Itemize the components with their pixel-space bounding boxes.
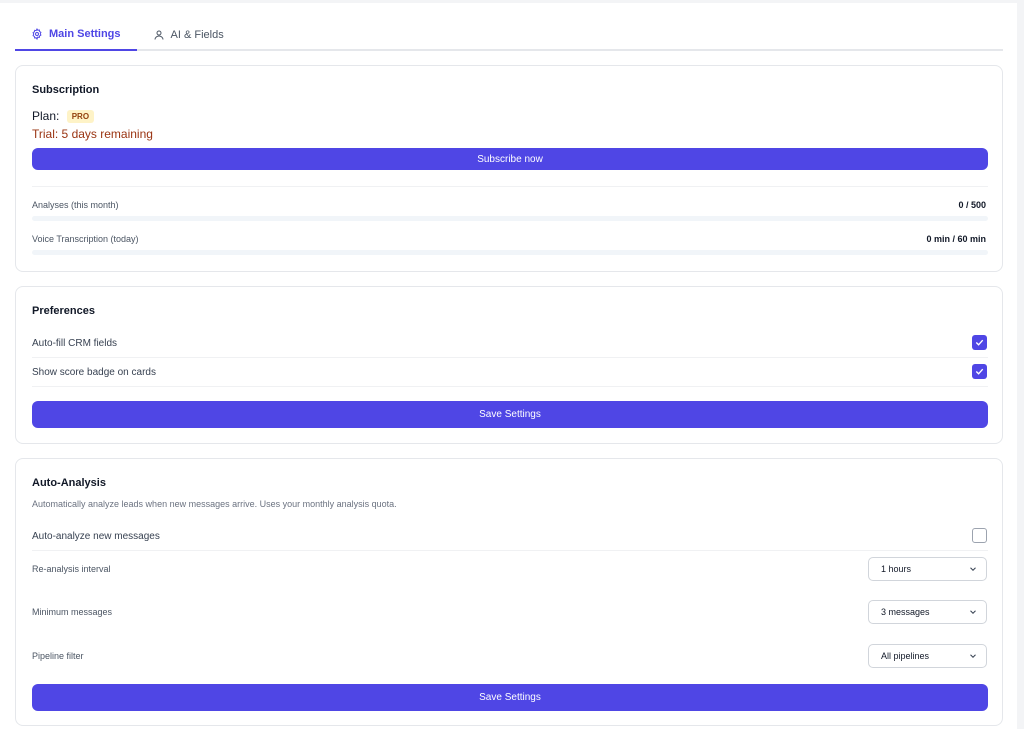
chevron-down-icon	[970, 610, 976, 614]
autofill-checkbox[interactable]	[972, 335, 987, 350]
auto-analysis-title: Auto-Analysis	[32, 477, 106, 489]
checkmark-icon	[975, 368, 984, 375]
usage-bar-analyses	[32, 216, 988, 221]
divider	[32, 357, 988, 358]
tab-ai-fields[interactable]: AI & Fields	[137, 19, 240, 51]
divider	[32, 186, 988, 187]
preferences-card: Preferences Auto-fill CRM fields Show sc…	[15, 286, 1003, 444]
preferences-title: Preferences	[32, 305, 95, 317]
save-settings-button[interactable]: Save Settings	[32, 684, 988, 711]
save-settings-button[interactable]: Save Settings	[32, 401, 988, 428]
pipeline-filter-select[interactable]: All pipelines	[868, 644, 987, 668]
trial-status: Trial: 5 days remaining	[32, 127, 153, 141]
pref-label-autofill: Auto-fill CRM fields	[32, 338, 118, 349]
minimum-messages-select[interactable]: 3 messages	[868, 600, 987, 624]
minimum-messages-label: Minimum messages	[32, 607, 113, 617]
auto-analyze-label: Auto-analyze new messages	[32, 531, 160, 542]
reanalysis-interval-select[interactable]: 1 hours	[868, 557, 987, 581]
divider	[32, 550, 988, 551]
pipeline-filter-value: All pipelines	[881, 651, 930, 661]
usage-bar-voice	[32, 250, 988, 255]
settings-page: Main Settings AI & Fields Subscription P…	[0, 0, 1017, 729]
divider	[32, 386, 988, 387]
plan-label: Plan:	[32, 109, 60, 123]
tab-main-settings-label: Main Settings	[49, 28, 121, 40]
auto-analysis-description: Automatically analyze leads when new mes…	[32, 499, 397, 509]
chevron-down-icon	[970, 567, 976, 571]
checkmark-icon	[975, 339, 984, 346]
user-icon	[154, 30, 164, 40]
reanalysis-interval-value: 1 hours	[881, 564, 912, 574]
subscription-card: Subscription Plan: PRO Trial: 5 days rem…	[15, 65, 1003, 272]
usage-value-voice: 0 min / 60 min	[926, 234, 986, 244]
gear-icon	[32, 28, 42, 40]
chevron-down-icon	[970, 654, 976, 658]
tab-ai-fields-label: AI & Fields	[170, 29, 224, 41]
minimum-messages-value: 3 messages	[881, 607, 930, 617]
auto-analysis-card: Auto-Analysis Automatically analyze lead…	[15, 458, 1003, 726]
usage-value-analyses: 0 / 500	[958, 200, 986, 210]
reanalysis-interval-label: Re-analysis interval	[32, 564, 111, 574]
pipeline-filter-label: Pipeline filter	[32, 651, 84, 661]
auto-analyze-checkbox[interactable]	[972, 528, 987, 543]
settings-tabs: Main Settings AI & Fields	[15, 19, 1003, 51]
plan-badge: PRO	[66, 110, 95, 124]
plan-row: Plan: PRO	[32, 109, 95, 124]
subscribe-button[interactable]: Subscribe now	[32, 148, 988, 170]
subscription-title: Subscription	[32, 84, 100, 96]
usage-label-analyses: Analyses (this month)	[32, 200, 119, 210]
usage-label-voice: Voice Transcription (today)	[32, 234, 139, 244]
pref-label-score-badge: Show score badge on cards	[32, 367, 156, 378]
tab-main-settings[interactable]: Main Settings	[15, 19, 137, 51]
score-badge-checkbox[interactable]	[972, 364, 987, 379]
